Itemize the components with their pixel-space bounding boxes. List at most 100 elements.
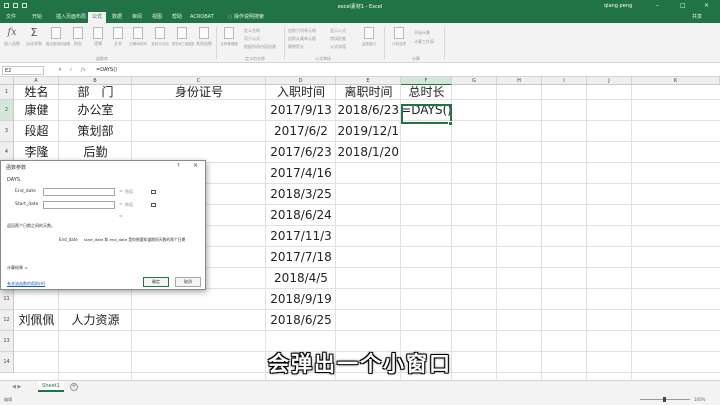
logical-button[interactable]: 逻辑 bbox=[88, 27, 108, 47]
select-all-corner[interactable] bbox=[0, 77, 14, 85]
tab-home[interactable]: 开始 bbox=[28, 12, 46, 23]
ok-button[interactable]: 确定 bbox=[143, 277, 169, 287]
cell-hire-date[interactable]: 2017/6/2 bbox=[266, 119, 336, 142]
cell-leave-date[interactable]: 2018/6/23 bbox=[336, 98, 401, 121]
close-icon[interactable]: × bbox=[193, 162, 198, 169]
column-header-h[interactable]: H bbox=[497, 77, 542, 85]
datetime-button[interactable]: 日期和时间 bbox=[128, 27, 148, 47]
row-header[interactable]: 2 bbox=[0, 100, 14, 121]
calc-sheet-button[interactable]: 计算工作表 bbox=[414, 39, 434, 45]
tab-formulas[interactable]: 公式 bbox=[88, 12, 107, 23]
result-eq: = bbox=[119, 214, 123, 219]
cell-hire-date[interactable]: 2018/9/19 bbox=[266, 287, 336, 310]
name-manager-button[interactable]: 名称管理器 bbox=[218, 27, 240, 47]
column-header-i[interactable]: I bbox=[542, 77, 587, 85]
enter-formula-icon[interactable]: ✓ bbox=[69, 67, 73, 73]
cell-dept[interactable]: 策划部 bbox=[59, 119, 132, 142]
name-box[interactable]: E2 bbox=[2, 66, 44, 75]
header-cell-id[interactable]: 身份证号 bbox=[132, 83, 266, 100]
end-date-input[interactable] bbox=[43, 188, 156, 196]
cell-hire-date[interactable]: 2017/9/13 bbox=[266, 98, 336, 121]
add-sheet-icon[interactable]: + bbox=[70, 383, 78, 391]
watch-window-button[interactable]: 监视窗口 bbox=[358, 27, 380, 47]
trace-dependents-button[interactable]: 追踪从属单元格 bbox=[288, 36, 316, 42]
use-in-formula-button[interactable]: 用于公式 bbox=[244, 36, 260, 42]
math-book-icon bbox=[177, 27, 187, 39]
calc-now-button[interactable]: 开始计算 bbox=[414, 30, 430, 36]
row-header[interactable]: 11 bbox=[0, 289, 14, 310]
grid-line bbox=[451, 85, 452, 380]
arg1-label: End_date bbox=[15, 189, 36, 194]
cell-name[interactable]: 刘佩佩 bbox=[14, 308, 59, 331]
tab-data[interactable]: 数据 bbox=[108, 12, 126, 23]
row-header[interactable]: 12 bbox=[0, 310, 14, 331]
zoom-level[interactable]: 100% bbox=[694, 397, 705, 402]
financial-button[interactable]: 财务 bbox=[68, 27, 88, 47]
zoom-slider-knob[interactable] bbox=[663, 397, 666, 402]
column-header-k[interactable]: K bbox=[632, 77, 720, 85]
maximize-icon[interactable]: □ bbox=[680, 2, 686, 10]
cell-hire-date[interactable]: 2017/7/18 bbox=[266, 245, 336, 268]
cell-hire-date[interactable]: 2018/3/25 bbox=[266, 182, 336, 205]
range-select-icon[interactable] bbox=[151, 203, 156, 207]
ribbon: fx 插入函数 Σ 自动求和 最近使用的函数 财务 逻辑 文本 日期和时间 查找… bbox=[0, 23, 720, 63]
minimize-icon[interactable]: – bbox=[656, 2, 659, 10]
fill-handle[interactable] bbox=[448, 121, 453, 126]
more-functions-button[interactable]: 其他函数 bbox=[194, 27, 214, 47]
function-arguments-dialog: 函数参数 ? × DAYS End_date = 数值 Start_date =… bbox=[0, 160, 206, 290]
calc-options-button[interactable]: 计算选项 bbox=[388, 27, 410, 47]
cell-leave-date[interactable]: 2018/1/20 bbox=[336, 140, 401, 163]
start-date-input[interactable] bbox=[43, 201, 156, 209]
share-button[interactable]: 共享 bbox=[692, 12, 702, 23]
column-header-j[interactable]: J bbox=[587, 77, 632, 85]
sheet-tab-sheet1[interactable]: Sheet1 bbox=[38, 381, 64, 392]
tab-acrobat[interactable]: ACROBAT bbox=[186, 12, 218, 23]
column-header-g[interactable]: G bbox=[452, 77, 497, 85]
cell-hire-date[interactable]: 2017/6/23 bbox=[266, 140, 336, 163]
tab-file[interactable]: 文件 bbox=[2, 12, 20, 23]
function-help-link[interactable]: 有关该函数的帮助(H) bbox=[7, 281, 45, 287]
row-header[interactable]: 1 bbox=[0, 85, 14, 100]
tab-page-layout[interactable]: 页面布局 bbox=[62, 12, 90, 23]
help-icon[interactable]: ? bbox=[177, 163, 180, 169]
text-button[interactable]: 文本 bbox=[108, 27, 128, 47]
cell-dept[interactable]: 人力资源 bbox=[59, 308, 132, 331]
close-icon[interactable]: × bbox=[704, 2, 709, 10]
create-from-selection-button[interactable]: 根据所选内容创建 bbox=[244, 44, 276, 50]
tab-review[interactable]: 审阅 bbox=[128, 12, 146, 23]
cell-hire-date[interactable]: 2018/4/5 bbox=[266, 266, 336, 289]
ribbon-separator bbox=[384, 27, 385, 59]
trace-precedents-button[interactable]: 追踪引用单元格 bbox=[288, 28, 316, 34]
sheet-nav-arrows[interactable]: ◀ ▶ bbox=[12, 384, 21, 390]
remove-arrows-button[interactable]: 删除箭头 bbox=[288, 44, 304, 50]
evaluate-formula-button[interactable]: 公式求值 bbox=[330, 44, 346, 50]
grid-line bbox=[496, 85, 497, 380]
insert-function-button[interactable]: fx 插入函数 bbox=[2, 27, 22, 47]
cell-hire-date[interactable]: 2018/6/24 bbox=[266, 203, 336, 226]
define-name-button[interactable]: 定义名称 bbox=[244, 28, 260, 34]
recent-functions-button[interactable]: 最近使用的函数 bbox=[46, 27, 71, 47]
tab-help[interactable]: 帮助 bbox=[168, 12, 186, 23]
user-name[interactable]: qiang peng bbox=[604, 3, 632, 9]
row-header[interactable]: 3 bbox=[0, 121, 14, 142]
cell-name[interactable]: 康健 bbox=[14, 98, 59, 121]
tell-me-search[interactable]: ◌ 操作说明搜索 bbox=[228, 12, 264, 23]
cell-hire-date[interactable]: 2018/6/25 bbox=[266, 308, 336, 331]
error-checking-button[interactable]: 错误检查 bbox=[330, 36, 346, 42]
math-button[interactable]: 数学和三角函数 bbox=[172, 27, 194, 46]
range-select-icon[interactable] bbox=[151, 190, 156, 194]
formula-input[interactable]: =DAYS() bbox=[96, 67, 117, 73]
show-formulas-button[interactable]: 显示公式 bbox=[330, 28, 346, 34]
cancel-formula-icon[interactable]: × bbox=[58, 67, 62, 73]
fx-icon[interactable]: fx bbox=[81, 67, 86, 73]
cell-leave-date[interactable]: 2019/12/1 bbox=[336, 119, 401, 142]
cell-dept[interactable]: 办公室 bbox=[59, 98, 132, 121]
lookup-button[interactable]: 查找与引用 bbox=[150, 27, 170, 47]
cancel-button[interactable]: 取消 bbox=[175, 277, 201, 287]
cell-hire-date[interactable]: 2017/4/16 bbox=[266, 161, 336, 184]
cell-name[interactable]: 段超 bbox=[14, 119, 59, 142]
cell-hire-date[interactable]: 2017/11/3 bbox=[266, 224, 336, 247]
arg2-type: 数值 bbox=[125, 202, 133, 207]
tab-view[interactable]: 视图 bbox=[148, 12, 166, 23]
autosum-button[interactable]: Σ 自动求和 bbox=[24, 27, 44, 47]
